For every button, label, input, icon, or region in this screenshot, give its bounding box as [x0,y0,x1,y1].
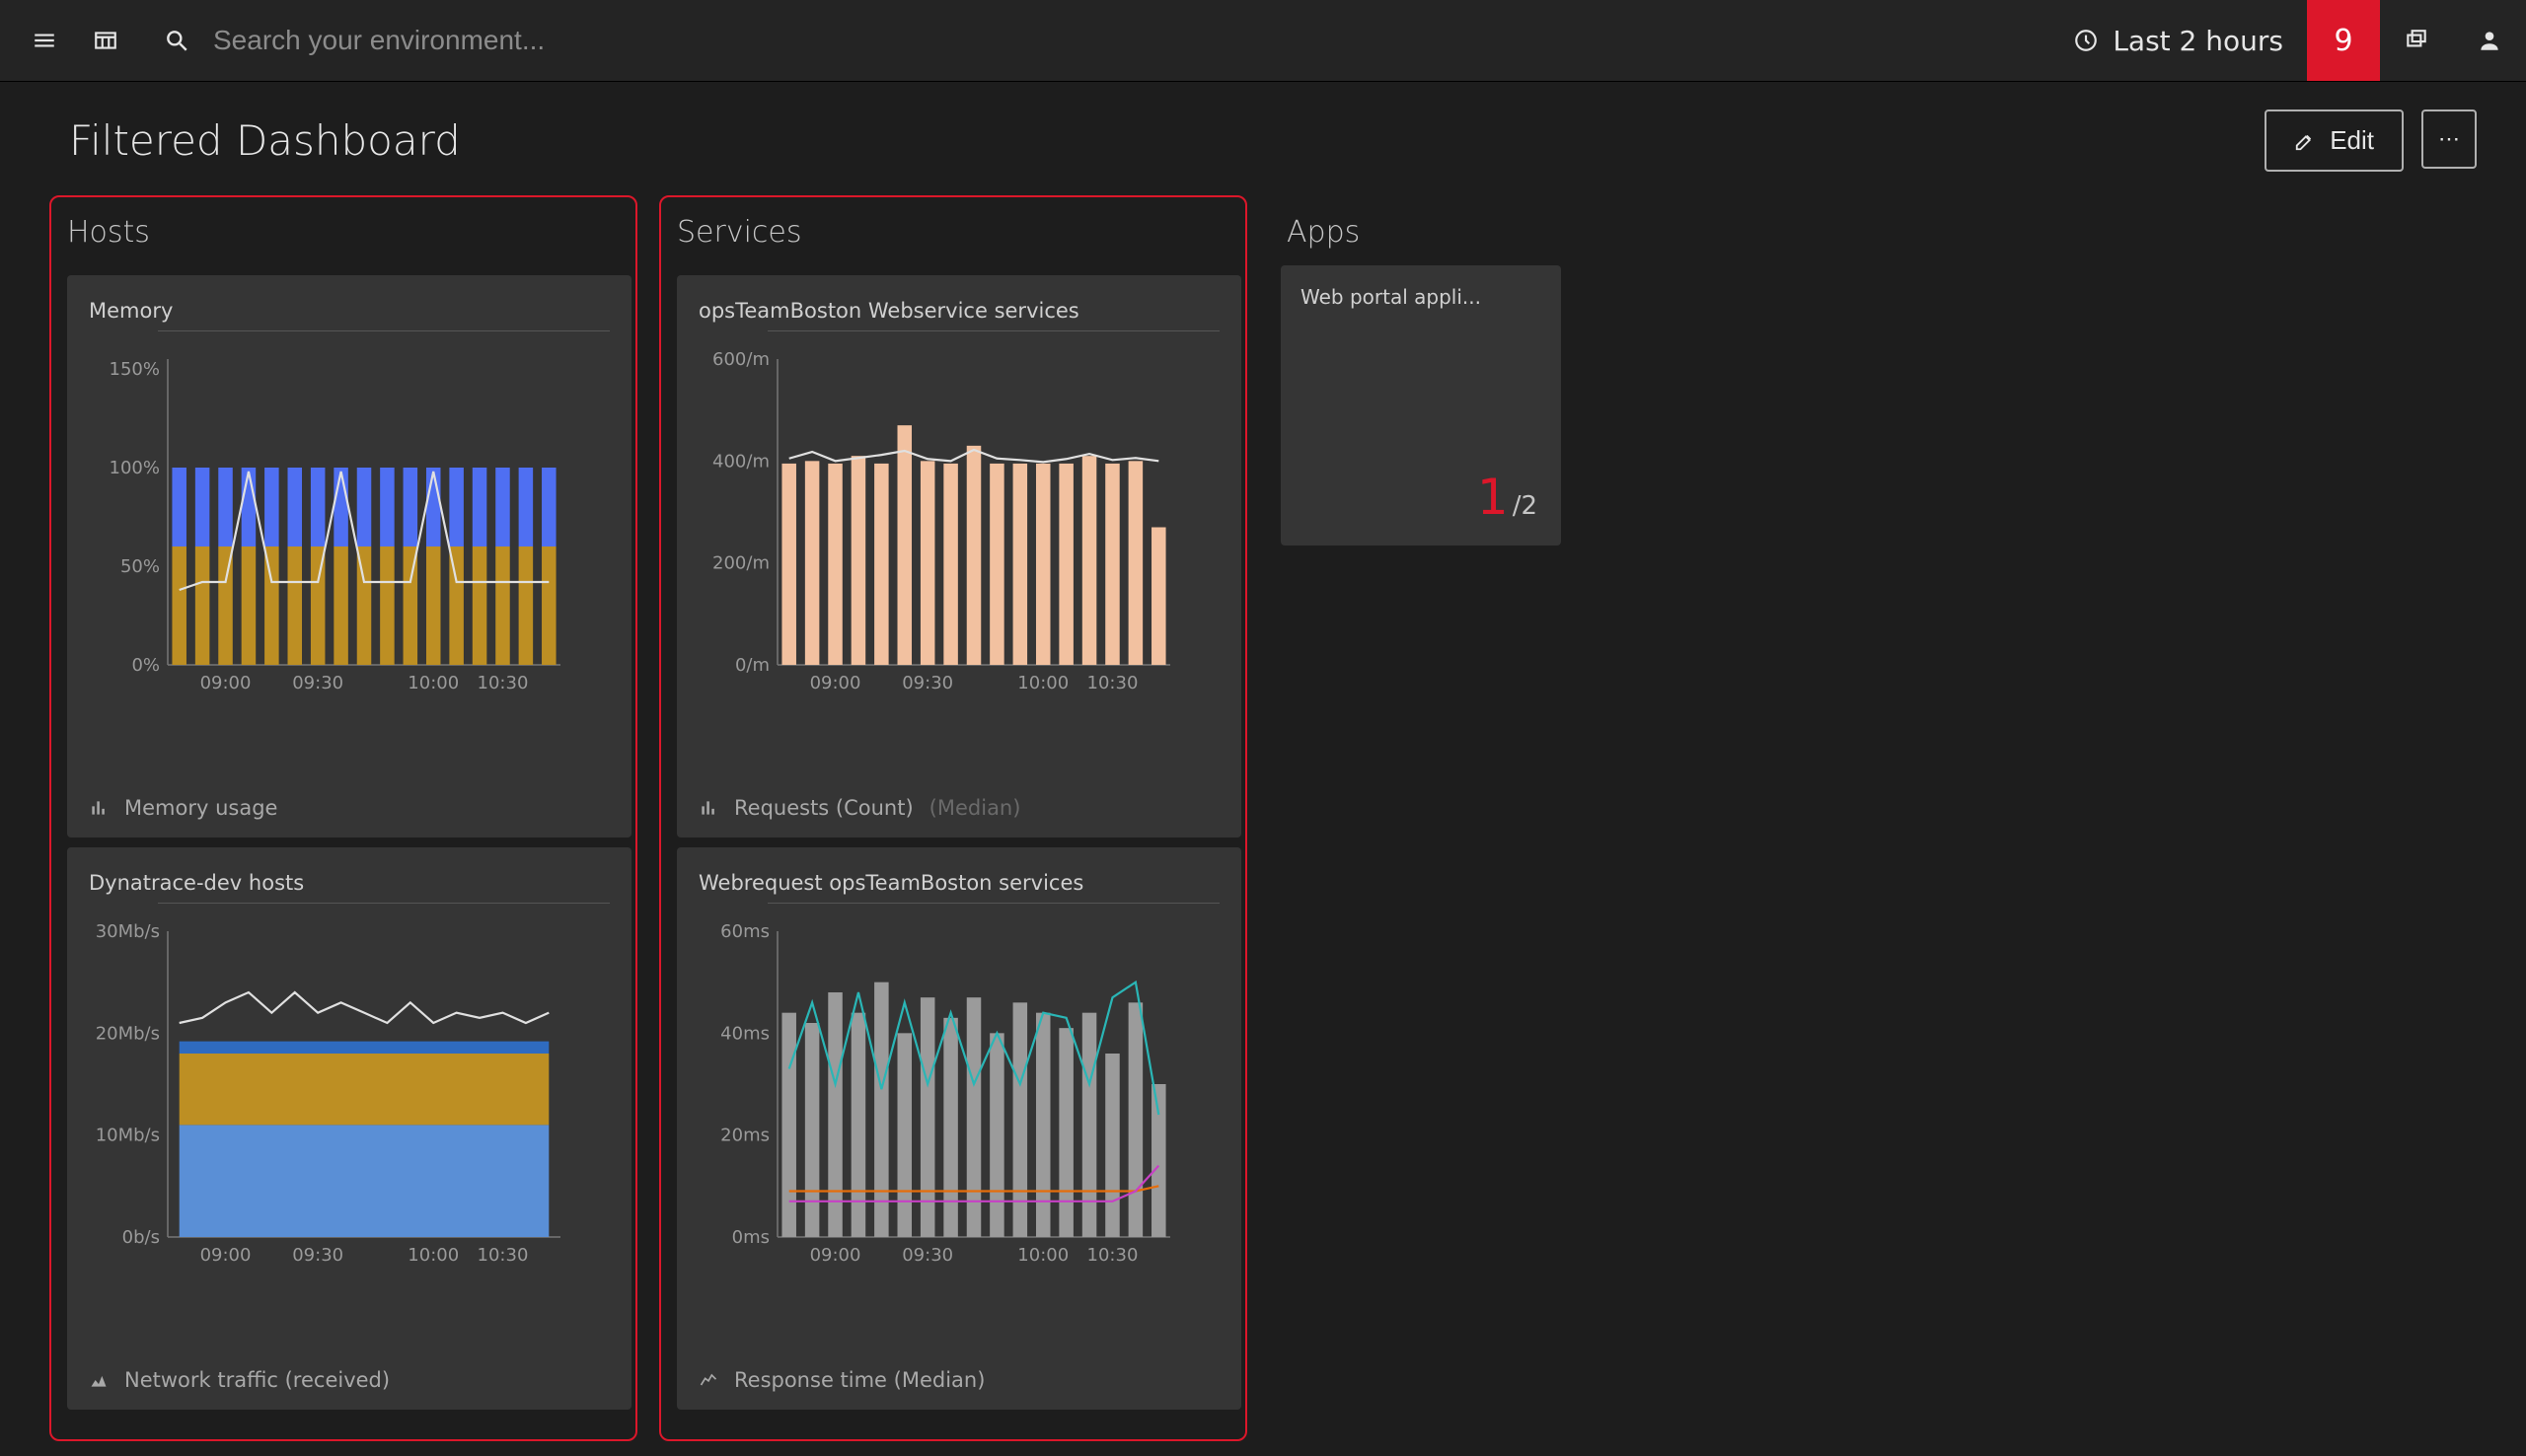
svg-text:09:00: 09:00 [200,673,252,693]
section-hosts: Hosts Memory 0% 50% 100% 150% 09:00 09:30 10:0… [49,195,637,1441]
chart-requests: 0/m 200/m 400/m 600/m 09:00 09:30 10:00 10:30 [699,349,1176,704]
share-icon[interactable] [2380,0,2453,81]
legend-response: Response time (Median) [699,1368,985,1392]
more-button[interactable]: ⋯ [2421,109,2477,169]
edit-button[interactable]: Edit [2265,109,2404,172]
svg-text:10Mb/s: 10Mb/s [96,1126,160,1146]
timeframe-selector[interactable]: Last 2 hours [2049,0,2307,81]
section-apps-title: Apps [1281,207,1561,265]
svg-text:150%: 150% [110,359,160,380]
chart-memory: 0% 50% 100% 150% 09:00 09:30 10:00 10:30 [89,349,566,704]
tile-app[interactable]: Web portal appli... 1 /2 [1281,265,1561,546]
section-apps: Apps Web portal appli... 1 /2 [1269,195,1573,1441]
svg-text:0ms: 0ms [732,1227,770,1248]
tile-app-title: Web portal appli... [1300,285,1541,309]
tile-memory[interactable]: Memory 0% 50% 100% 150% 09:00 09:30 10:00 10:30… [67,275,632,837]
svg-text:40ms: 40ms [720,1023,770,1044]
svg-text:09:00: 09:00 [810,673,861,693]
timeframe-label: Last 2 hours [2113,25,2283,57]
svg-text:10:30: 10:30 [478,1245,529,1266]
page-header: Filtered Dashboard Edit ⋯ [0,82,2526,195]
tile-network[interactable]: Dynatrace-dev hosts 0b/s 10Mb/s 20Mb/s 30Mb… [67,847,632,1410]
svg-text:09:00: 09:00 [810,1245,861,1266]
tile-memory-title: Memory [89,299,610,330]
svg-text:09:30: 09:30 [292,1245,343,1266]
svg-text:50%: 50% [120,556,160,577]
tile-response[interactable]: Webrequest opsTeamBoston services 0ms 20m… [677,847,1241,1410]
legend-network: Network traffic (received) [89,1368,390,1392]
svg-text:09:30: 09:30 [292,673,343,693]
app-total-count: /2 [1513,491,1537,521]
svg-text:10:00: 10:00 [408,673,459,693]
search-icon[interactable] [164,28,189,53]
svg-text:60ms: 60ms [720,921,770,942]
tile-requests-title: opsTeamBoston Webservice services [699,299,1220,330]
top-bar: Last 2 hours 9 [0,0,2526,82]
svg-text:10:30: 10:30 [1087,673,1139,693]
svg-text:10:00: 10:00 [408,1245,459,1266]
problems-badge[interactable]: 9 [2307,0,2380,81]
svg-text:09:30: 09:30 [902,1245,953,1266]
tile-response-title: Webrequest opsTeamBoston services [699,871,1220,903]
app-bad-count: 1 [1477,473,1509,522]
svg-text:100%: 100% [110,458,160,478]
svg-text:0%: 0% [131,655,160,676]
svg-text:600/m: 600/m [712,349,770,370]
legend-requests: Requests (Count)(Median) [699,796,1020,820]
legend-memory: Memory usage [89,796,277,820]
svg-text:0b/s: 0b/s [122,1227,160,1248]
chart-network: 0b/s 10Mb/s 20Mb/s 30Mb/s 09:00 09:30 10:00 10:… [89,921,566,1276]
svg-text:10:30: 10:30 [478,673,529,693]
svg-text:10:30: 10:30 [1087,1245,1139,1266]
tile-network-title: Dynatrace-dev hosts [89,871,610,903]
section-services-title: Services [671,207,1235,265]
svg-text:10:00: 10:00 [1017,1245,1069,1266]
dashboard-icon[interactable] [79,0,132,81]
page-title: Filtered Dashboard [69,116,461,165]
tile-requests[interactable]: opsTeamBoston Webservice services 0/m 200… [677,275,1241,837]
section-services: Services opsTeamBoston Webservice servic… [659,195,1247,1441]
svg-text:30Mb/s: 30Mb/s [96,921,160,942]
chart-response: 0ms 20ms 40ms 60ms 09:00 09:30 10:00 10:30 [699,921,1176,1276]
svg-text:20Mb/s: 20Mb/s [96,1023,160,1044]
svg-text:10:00: 10:00 [1017,673,1069,693]
svg-text:400/m: 400/m [712,451,770,472]
section-hosts-title: Hosts [61,207,626,265]
svg-text:09:30: 09:30 [902,673,953,693]
user-icon[interactable] [2453,0,2526,81]
search-input[interactable] [211,24,807,57]
svg-text:200/m: 200/m [712,553,770,574]
hamburger-menu-icon[interactable] [18,0,71,81]
svg-text:0/m: 0/m [735,655,770,676]
svg-text:20ms: 20ms [720,1126,770,1146]
svg-text:09:00: 09:00 [200,1245,252,1266]
